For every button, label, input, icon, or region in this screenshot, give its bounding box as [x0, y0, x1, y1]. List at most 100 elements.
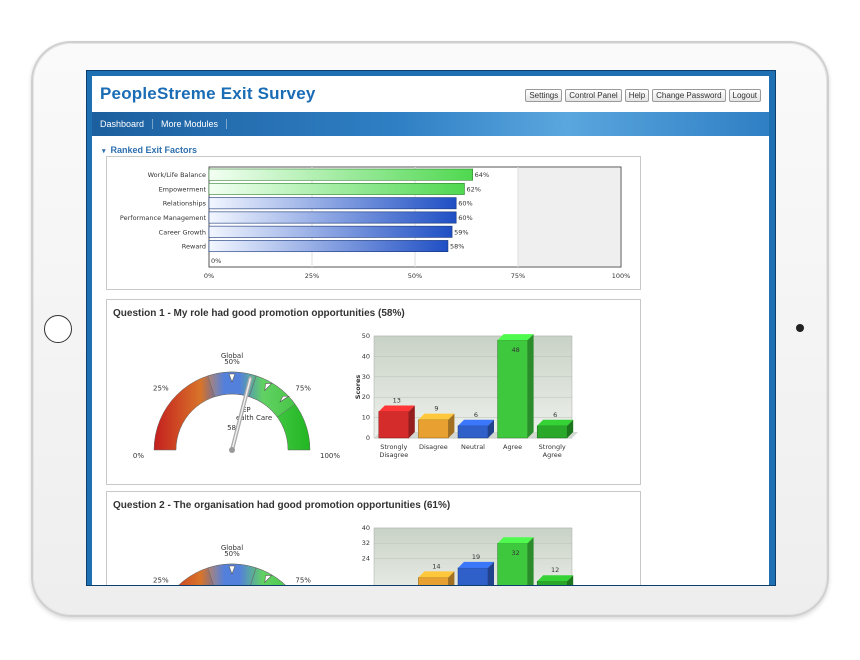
settings-link[interactable]: Settings — [525, 89, 563, 102]
question1-gauge: Global50%25% 75%0% 100%EPealth Care58 — [133, 352, 340, 460]
question1-panel: Question 1 - My role had good promotion … — [106, 299, 641, 485]
column-bar — [418, 577, 449, 585]
gauge-50-label: 50% — [224, 358, 240, 366]
change-password-link[interactable]: Change Password — [652, 89, 726, 102]
logout-link[interactable]: Logout — [728, 89, 761, 102]
screen: PeopleStreme Exit Survey Settings Contro… — [86, 70, 776, 586]
ranked-bar — [208, 211, 457, 224]
chart-x-label: Strongly — [380, 443, 407, 451]
ranked-category-label: Empowerment — [159, 185, 207, 193]
column-value-label: 6 — [553, 411, 557, 419]
app-header: PeopleStreme Exit Survey Settings Contro… — [92, 76, 769, 112]
chart-x-label: Neutral — [461, 443, 485, 451]
ranked-panel: 64% Work/Life Balance 62% Empowerment 60% Rel… — [106, 156, 641, 290]
question2-panel: Question 2 - The organisation had good p… — [106, 491, 641, 585]
gauge-hub — [229, 447, 235, 453]
question2-bar-chart: 24 32 40 14 19 32 12 — [362, 524, 574, 585]
ranked-value-label: 60% — [458, 200, 472, 208]
chart-y-tick: 0 — [366, 434, 370, 442]
nav-more-modules[interactable]: More Modules — [153, 119, 228, 129]
gauge-0-label: 0% — [133, 452, 144, 460]
chart-y-tick: 20 — [362, 393, 370, 401]
app-window: PeopleStreme Exit Survey Settings Contro… — [92, 76, 769, 585]
help-link[interactable]: Help — [624, 89, 650, 102]
question2-title: Question 2 - The organisation had good p… — [113, 500, 451, 511]
column-bar-top — [378, 405, 415, 412]
ranked-section-header[interactable]: ▾ Ranked Exit Factors — [102, 145, 197, 155]
column-value-label: 12 — [551, 566, 559, 574]
ranked-x-tick: 0% — [204, 272, 214, 280]
chart-x-label: Agree — [543, 451, 562, 459]
column-value-label: 9 — [434, 405, 438, 413]
column-value-label: 13 — [393, 396, 401, 404]
app-title: PeopleStreme Exit Survey — [100, 84, 316, 103]
column-bar-top — [537, 419, 574, 426]
column-bar-side — [527, 334, 534, 438]
ranked-heading: Ranked Exit Factors — [110, 145, 198, 155]
column-value-label: 6 — [474, 411, 478, 419]
ranked-exit-factors-chart: 64% Work/Life Balance 62% Empowerment 60% Rel… — [120, 166, 631, 280]
ranked-value-label: 58% — [450, 243, 464, 251]
ranked-category-label: Reward — [182, 243, 206, 251]
ranked-bar — [208, 240, 449, 253]
nav-bar: Dashboard More Modules — [92, 112, 769, 136]
ranked-category-label: Work/Life Balance — [148, 171, 206, 179]
gauge-band — [250, 567, 286, 585]
chart-y-tick: 10 — [362, 414, 370, 422]
ranked-value-label: 62% — [466, 185, 480, 193]
column-bar-top — [418, 571, 455, 578]
column-value-label: 48 — [511, 346, 519, 354]
gauge-value-label: 58 — [227, 424, 236, 432]
gauge-25-label: 25% — [153, 385, 169, 393]
ranked-x-tick: 50% — [408, 272, 422, 280]
ranked-value-label: 0% — [211, 257, 221, 265]
chart-y-tick: 24 — [362, 554, 370, 562]
ranked-x-tick: 25% — [305, 272, 319, 280]
column-value-label: 32 — [511, 549, 519, 557]
chart-y-tick: 30 — [362, 373, 370, 381]
ranked-x-tick: 100% — [612, 272, 631, 280]
gauge-50-label: 50% — [224, 550, 240, 558]
top-links: Settings Control Panel Help Change Passw… — [525, 89, 761, 102]
ranked-category-label: Relationships — [163, 200, 207, 208]
home-button[interactable] — [44, 315, 72, 343]
chart-y-tick: 50 — [362, 332, 370, 340]
camera — [796, 324, 804, 332]
chart-y-tick: 40 — [362, 352, 370, 360]
column-bar-top — [497, 334, 534, 341]
chart-x-label: Agree — [503, 443, 522, 451]
ranked-bar — [208, 197, 457, 210]
column-value-label: 14 — [432, 562, 440, 570]
chart-y-tick: 32 — [362, 539, 370, 547]
gauge-25-label: 25% — [153, 577, 169, 585]
column-bar — [418, 419, 449, 439]
ranked-category-label: Career Growth — [159, 228, 206, 236]
ranked-category-label: Performance Management — [120, 214, 207, 222]
chart-x-label: Strongly — [539, 443, 566, 451]
column-bar — [536, 580, 568, 585]
column-bar-top — [418, 413, 455, 420]
column-bar-top — [458, 419, 494, 426]
ranked-bar — [208, 168, 473, 181]
ranked-shaded-zone — [518, 168, 620, 266]
nav-dashboard[interactable]: Dashboard — [92, 119, 154, 129]
gauge-75-label: 75% — [295, 577, 311, 585]
column-bar-top — [537, 575, 574, 582]
ranked-bar — [208, 182, 465, 195]
question1-bar-chart: 01020304050Scores13StronglyDisagree9Disa… — [354, 332, 578, 459]
column-bar — [378, 411, 410, 439]
chart-x-label: Disagree — [419, 443, 448, 451]
collapse-chevron-icon[interactable]: ▾ — [102, 148, 106, 155]
column-bar-side — [527, 537, 534, 585]
column-bar — [497, 339, 528, 439]
column-value-label: 19 — [472, 553, 480, 561]
chart-y-label: Scores — [354, 375, 362, 400]
ranked-x-tick: 75% — [511, 272, 525, 280]
column-bar-top — [458, 561, 494, 568]
column-bar — [536, 425, 568, 439]
question2-gauge: Global50%25% 75% — [153, 544, 311, 585]
chart-x-label: Disagree — [379, 451, 408, 459]
ranked-value-label: 59% — [454, 228, 468, 236]
control-panel-link[interactable]: Control Panel — [565, 89, 622, 102]
question1-title: Question 1 - My role had good promotion … — [113, 308, 405, 319]
